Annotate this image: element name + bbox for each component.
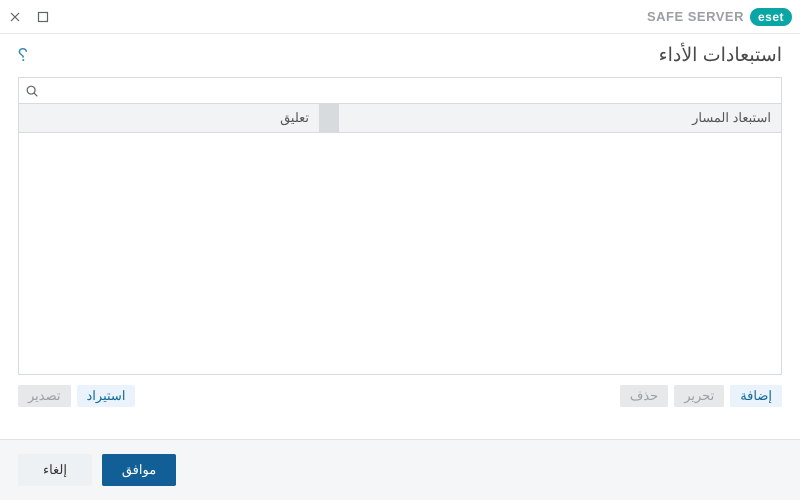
- titlebar: eset SAFE SERVER: [0, 0, 800, 34]
- add-button[interactable]: إضافة: [730, 385, 782, 407]
- page-header: استبعادات الأداء ?: [0, 34, 800, 77]
- io-buttons: استيراد تصدير: [18, 385, 135, 407]
- brand-block: eset SAFE SERVER: [647, 8, 792, 26]
- export-button[interactable]: تصدير: [18, 385, 71, 407]
- column-comment[interactable]: تعليق: [19, 104, 319, 132]
- brand-badge: eset: [750, 8, 792, 26]
- action-row: إضافة تحرير حذف استيراد تصدير: [18, 385, 782, 407]
- page-title: استبعادات الأداء: [659, 44, 782, 67]
- column-separator: [319, 104, 339, 132]
- help-icon[interactable]: ?: [18, 45, 28, 66]
- exclusions-card: استبعاد المسار تعليق: [18, 77, 782, 375]
- ok-button[interactable]: موافق: [102, 454, 176, 486]
- cancel-button[interactable]: إلغاء: [18, 454, 92, 486]
- import-button[interactable]: استيراد: [77, 385, 136, 407]
- search-input[interactable]: [45, 78, 781, 103]
- close-icon[interactable]: [8, 10, 22, 24]
- exclusions-table-body[interactable]: [18, 132, 782, 375]
- crud-buttons: إضافة تحرير حذف: [620, 385, 782, 407]
- dialog-footer: موافق إلغاء: [0, 439, 800, 500]
- search-icon[interactable]: [19, 78, 45, 103]
- delete-button[interactable]: حذف: [620, 385, 668, 407]
- column-path[interactable]: استبعاد المسار: [339, 104, 781, 132]
- edit-button[interactable]: تحرير: [674, 385, 724, 407]
- maximize-icon[interactable]: [36, 10, 50, 24]
- window-controls: [8, 10, 50, 24]
- brand-product: SAFE SERVER: [647, 9, 744, 24]
- table-header: استبعاد المسار تعليق: [18, 104, 782, 132]
- search-row: [18, 77, 782, 104]
